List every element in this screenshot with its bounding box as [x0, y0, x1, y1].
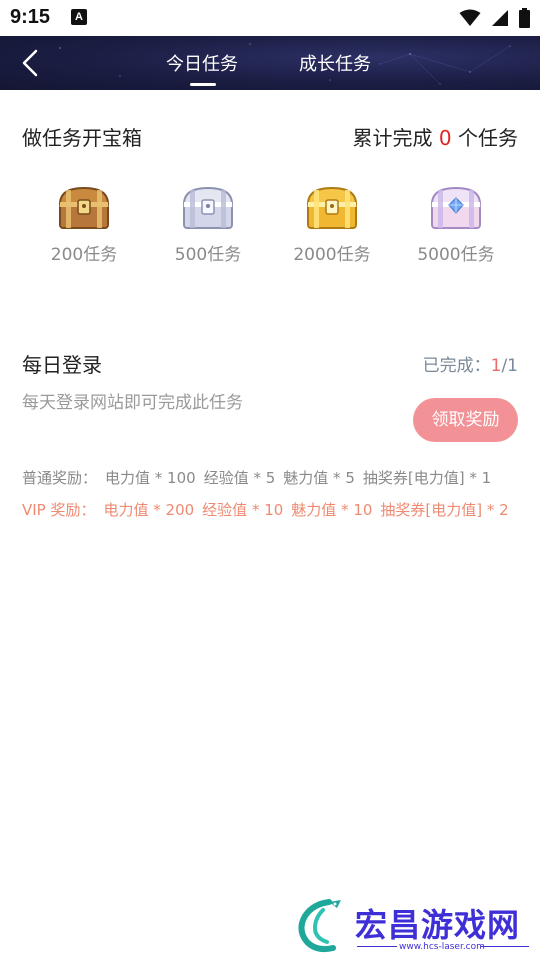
site-watermark: 宏昌游戏网 www.hcs-laser.com — [293, 898, 533, 956]
progress-count: 0 — [438, 126, 452, 150]
vip-reward-line: VIP 奖励： 电力值 * 200 经验值 * 10 魅力值 * 10 抽奖券[电力值]… — [22, 499, 518, 521]
wifi-icon — [459, 9, 481, 26]
watermark-rule — [357, 946, 397, 947]
dragon-logo-icon — [298, 899, 341, 953]
task-status-done: 1 — [490, 356, 502, 376]
progress-prefix: 累计完成 — [352, 126, 433, 150]
claim-reward-button[interactable]: 领取奖励 — [413, 398, 518, 442]
normal-reward-line: 普通奖励： 电力值 * 100 经验值 * 5 魅力值 * 5 抽奖券[电力值] * 1 — [22, 467, 518, 489]
watermark-url: www.hcs-laser.com — [399, 942, 485, 952]
chest-label: 200任务 — [50, 245, 118, 265]
chest-row: 200任务 500任务 2000任务 5000任务 — [22, 182, 518, 274]
back-button[interactable] — [16, 46, 48, 80]
progress-suffix: 个任务 — [458, 126, 518, 150]
gold-chest-icon — [306, 186, 358, 229]
normal-reward-item: 经验值 * 5 — [203, 469, 276, 487]
status-bar: 9:15 A — [0, 0, 540, 36]
starfield-decoration — [59, 43, 511, 85]
silver-chest-icon — [182, 186, 234, 229]
vip-reward-item: 经验值 * 10 — [202, 501, 284, 519]
task-progress: 累计完成 0 个任务 — [353, 122, 518, 151]
normal-reward-item: 抽奖券[电力值] * 1 — [362, 469, 492, 487]
chevron-left-icon — [22, 49, 38, 77]
chest-label: 5000任务 — [417, 245, 495, 265]
task-title: 每日登录 — [22, 353, 102, 377]
task-status: 已完成：1/1 — [423, 351, 518, 376]
header: 今日任务 成长任务 — [0, 36, 540, 90]
chest-label: 500任务 — [174, 245, 242, 265]
chest-200[interactable]: 200任务 — [22, 182, 146, 265]
task-status-prefix: 已完成： — [422, 356, 491, 376]
vip-reward-item: 抽奖券[电力值] * 2 — [380, 501, 509, 519]
normal-reward-label: 普通奖励： — [22, 469, 98, 487]
task-description: 每天登录网站即可完成此任务 — [22, 393, 243, 413]
tab-today-tasks[interactable]: 今日任务 — [166, 50, 238, 76]
treasure-section-title: 做任务开宝箱 — [22, 126, 142, 150]
status-icons — [459, 7, 530, 29]
diamond-chest-icon — [430, 186, 482, 229]
task-status-total: /1 — [501, 356, 518, 376]
vip-reward-item: 电力值 * 200 — [103, 501, 195, 519]
chest-label: 2000任务 — [293, 245, 371, 265]
vip-reward-item: 魅力值 * 10 — [291, 501, 373, 519]
watermark-rule — [481, 946, 529, 947]
chest-500[interactable]: 500任务 — [146, 182, 270, 265]
tab-growth-tasks[interactable]: 成长任务 — [299, 50, 371, 76]
notification-icon: A — [71, 9, 87, 25]
status-time: 9:15 — [10, 6, 51, 28]
bronze-chest-icon — [58, 186, 110, 229]
normal-reward-item: 电力值 * 100 — [105, 469, 196, 487]
normal-reward-item: 魅力值 * 5 — [283, 469, 355, 487]
chest-2000[interactable]: 2000任务 — [270, 182, 394, 265]
signal-icon — [492, 10, 508, 26]
active-tab-indicator — [190, 83, 216, 86]
watermark-title: 宏昌游戏网 — [355, 906, 521, 944]
vip-reward-label: VIP 奖励： — [22, 501, 96, 519]
chest-5000[interactable]: 5000任务 — [394, 182, 518, 265]
battery-icon — [519, 8, 530, 28]
